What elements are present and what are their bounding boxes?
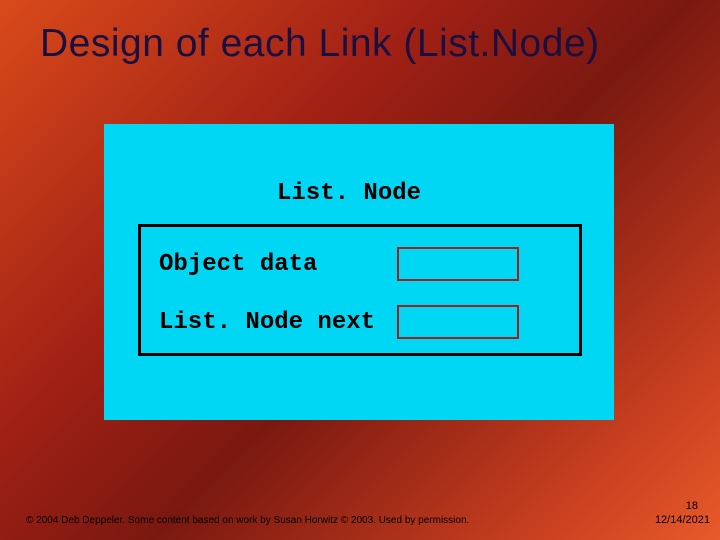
slide-title: Design of each Link (List.Node) xyxy=(40,22,600,66)
copyright-footer: © 2004 Deb Deppeler. Some content based … xyxy=(26,515,469,526)
field-data-label: Object data xyxy=(159,251,397,278)
page-number: 18 xyxy=(686,500,698,512)
field-next-label: List. Node next xyxy=(159,309,397,336)
field-data-box xyxy=(397,247,519,281)
class-box: Object data List. Node next xyxy=(138,224,582,356)
field-row-next: List. Node next xyxy=(159,305,519,339)
slide-date: 12/14/2021 xyxy=(655,514,710,526)
diagram-panel: List. Node Object data List. Node next xyxy=(104,124,614,420)
class-name-label: List. Node xyxy=(277,180,421,207)
field-next-box xyxy=(397,305,519,339)
field-row-data: Object data xyxy=(159,247,519,281)
